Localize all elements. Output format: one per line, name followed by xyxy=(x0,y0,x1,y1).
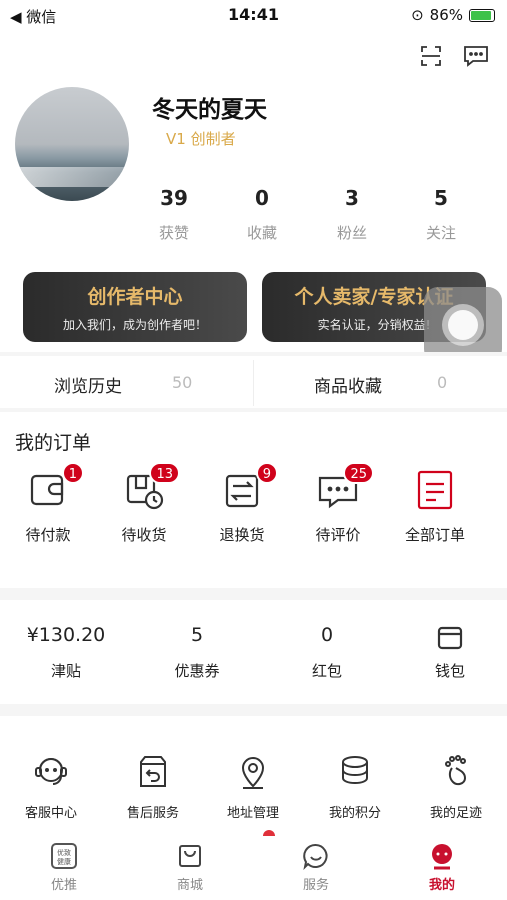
order-pending-payment-label: 待付款 xyxy=(25,526,71,544)
coupon-item[interactable]: 5 优惠券 xyxy=(142,624,252,681)
browse-history-label[interactable]: 浏览历史 xyxy=(54,372,122,397)
smile-chat-icon xyxy=(302,842,330,871)
battery-icon xyxy=(469,8,495,22)
service-footprint-label: 我的足迹 xyxy=(429,806,482,821)
tab-recommend-label: 优推 xyxy=(50,878,77,893)
stat-favorites[interactable]: 0 收藏 xyxy=(222,186,302,243)
exchange-icon: 9 xyxy=(220,462,278,510)
order-pending-receipt[interactable]: 13 待收货 xyxy=(99,462,189,545)
order-returns[interactable]: 9 退换货 xyxy=(197,462,287,545)
product-favorites-label[interactable]: 商品收藏 xyxy=(314,372,382,397)
order-pending-receipt-label: 待收货 xyxy=(121,526,167,544)
my-orders-title: 我的订单 xyxy=(15,432,92,454)
username: 冬天的夏天 xyxy=(152,97,267,123)
recommend-icon: 优致 健康 xyxy=(50,842,78,870)
allowance-item[interactable]: ¥130.20 津贴 xyxy=(11,624,121,681)
shopping-bag-icon xyxy=(176,842,204,870)
allowance-label: 津贴 xyxy=(50,662,81,680)
user-face-icon xyxy=(428,842,456,870)
tab-service[interactable]: 服务 xyxy=(276,842,356,893)
service-footprint[interactable]: 我的足迹 xyxy=(411,752,501,821)
service-points-label: 我的积分 xyxy=(328,806,381,821)
stat-likes-label: 获赞 xyxy=(158,224,189,242)
service-customer-center[interactable]: 客服中心 xyxy=(6,752,96,821)
tab-mine[interactable]: 我的 xyxy=(402,842,482,893)
order-pending-review[interactable]: 25 待评价 xyxy=(293,462,383,545)
wallet-item[interactable]: 钱包 xyxy=(395,624,505,681)
footprint-icon xyxy=(436,752,476,792)
wallet-label: 钱包 xyxy=(434,662,465,680)
location-icon xyxy=(233,752,273,792)
order-all-label: 全部订单 xyxy=(404,526,465,544)
order-returns-label: 退换货 xyxy=(219,526,265,544)
order-list-icon xyxy=(413,470,457,510)
history-divider xyxy=(253,360,254,406)
badge-pending-receipt: 13 xyxy=(149,462,180,484)
after-sale-icon xyxy=(133,752,173,792)
stat-following[interactable]: 5 关注 xyxy=(401,186,481,243)
service-after-sale[interactable]: 售后服务 xyxy=(108,752,198,821)
lock-rotation-icon: ⊙ xyxy=(411,6,424,24)
badge-pending-payment: 1 xyxy=(61,462,84,484)
badge-pending-review: 25 xyxy=(343,462,374,484)
stat-following-label: 关注 xyxy=(425,224,456,242)
status-bar: ◀ 微信 14:41 ⊙ 86% xyxy=(0,0,507,30)
section-gap-2 xyxy=(0,704,507,716)
svg-text:健康: 健康 xyxy=(57,857,71,866)
delivery-icon: 13 xyxy=(122,462,180,510)
customer-service-icon xyxy=(31,752,71,792)
order-pending-review-label: 待评价 xyxy=(315,526,361,544)
allowance-value: ¥130.20 xyxy=(26,624,106,646)
section-gap xyxy=(0,588,507,600)
svg-text:优致: 优致 xyxy=(57,848,71,857)
red-packet-value: 0 xyxy=(320,624,334,646)
red-packet-item[interactable]: 0 红包 xyxy=(272,624,382,681)
order-all[interactable]: 全部订单 xyxy=(390,470,480,545)
service-points[interactable]: 我的积分 xyxy=(310,752,400,821)
badge-returns: 9 xyxy=(255,462,278,484)
stat-likes[interactable]: 39 获赞 xyxy=(134,186,214,243)
tab-service-label: 服务 xyxy=(302,878,329,893)
user-level: V1 创制者 xyxy=(166,130,236,148)
comment-icon: 25 xyxy=(316,462,374,510)
tab-mine-label: 我的 xyxy=(428,878,455,893)
red-packet-label: 红包 xyxy=(311,662,342,680)
wallet-icon: 1 xyxy=(26,462,84,510)
message-icon[interactable] xyxy=(463,44,489,68)
wallet-icon xyxy=(395,624,505,650)
service-address[interactable]: 地址管理 xyxy=(208,752,298,821)
stat-fans[interactable]: 3 粉丝 xyxy=(312,186,392,243)
stat-favorites-count: 0 xyxy=(255,186,269,210)
creator-center-title: 创作者中心 xyxy=(87,286,183,308)
coupon-value: 5 xyxy=(190,624,204,646)
service-address-label: 地址管理 xyxy=(226,806,279,821)
stat-likes-count: 39 xyxy=(160,186,188,210)
stat-favorites-label: 收藏 xyxy=(246,224,277,242)
avatar[interactable] xyxy=(15,87,129,201)
stat-fans-count: 3 xyxy=(345,186,359,210)
tab-mall[interactable]: 商城 xyxy=(150,842,230,893)
service-customer-center-label: 客服中心 xyxy=(24,806,77,821)
tab-mall-label: 商城 xyxy=(176,878,203,893)
creator-center-banner[interactable]: 创作者中心 加入我们，成为创作者吧！ xyxy=(23,272,247,342)
service-after-sale-label: 售后服务 xyxy=(126,806,179,821)
scan-icon[interactable] xyxy=(419,44,443,68)
tab-recommend[interactable]: 优致 健康 优推 xyxy=(24,842,104,893)
stat-following-count: 5 xyxy=(434,186,448,210)
tab-indicator xyxy=(263,830,275,836)
stat-fans-label: 粉丝 xyxy=(336,224,367,242)
battery-percent: 86% xyxy=(429,6,463,24)
product-favorites-count: 0 xyxy=(437,373,448,392)
order-pending-payment[interactable]: 1 待付款 xyxy=(3,462,93,545)
top-actions xyxy=(419,44,489,68)
browse-history-count: 50 xyxy=(172,373,193,392)
coupon-label: 优惠券 xyxy=(174,662,220,680)
points-icon xyxy=(335,752,375,792)
status-right: ⊙ 86% xyxy=(411,6,495,24)
creator-center-subtitle: 加入我们，成为创作者吧！ xyxy=(62,318,207,332)
